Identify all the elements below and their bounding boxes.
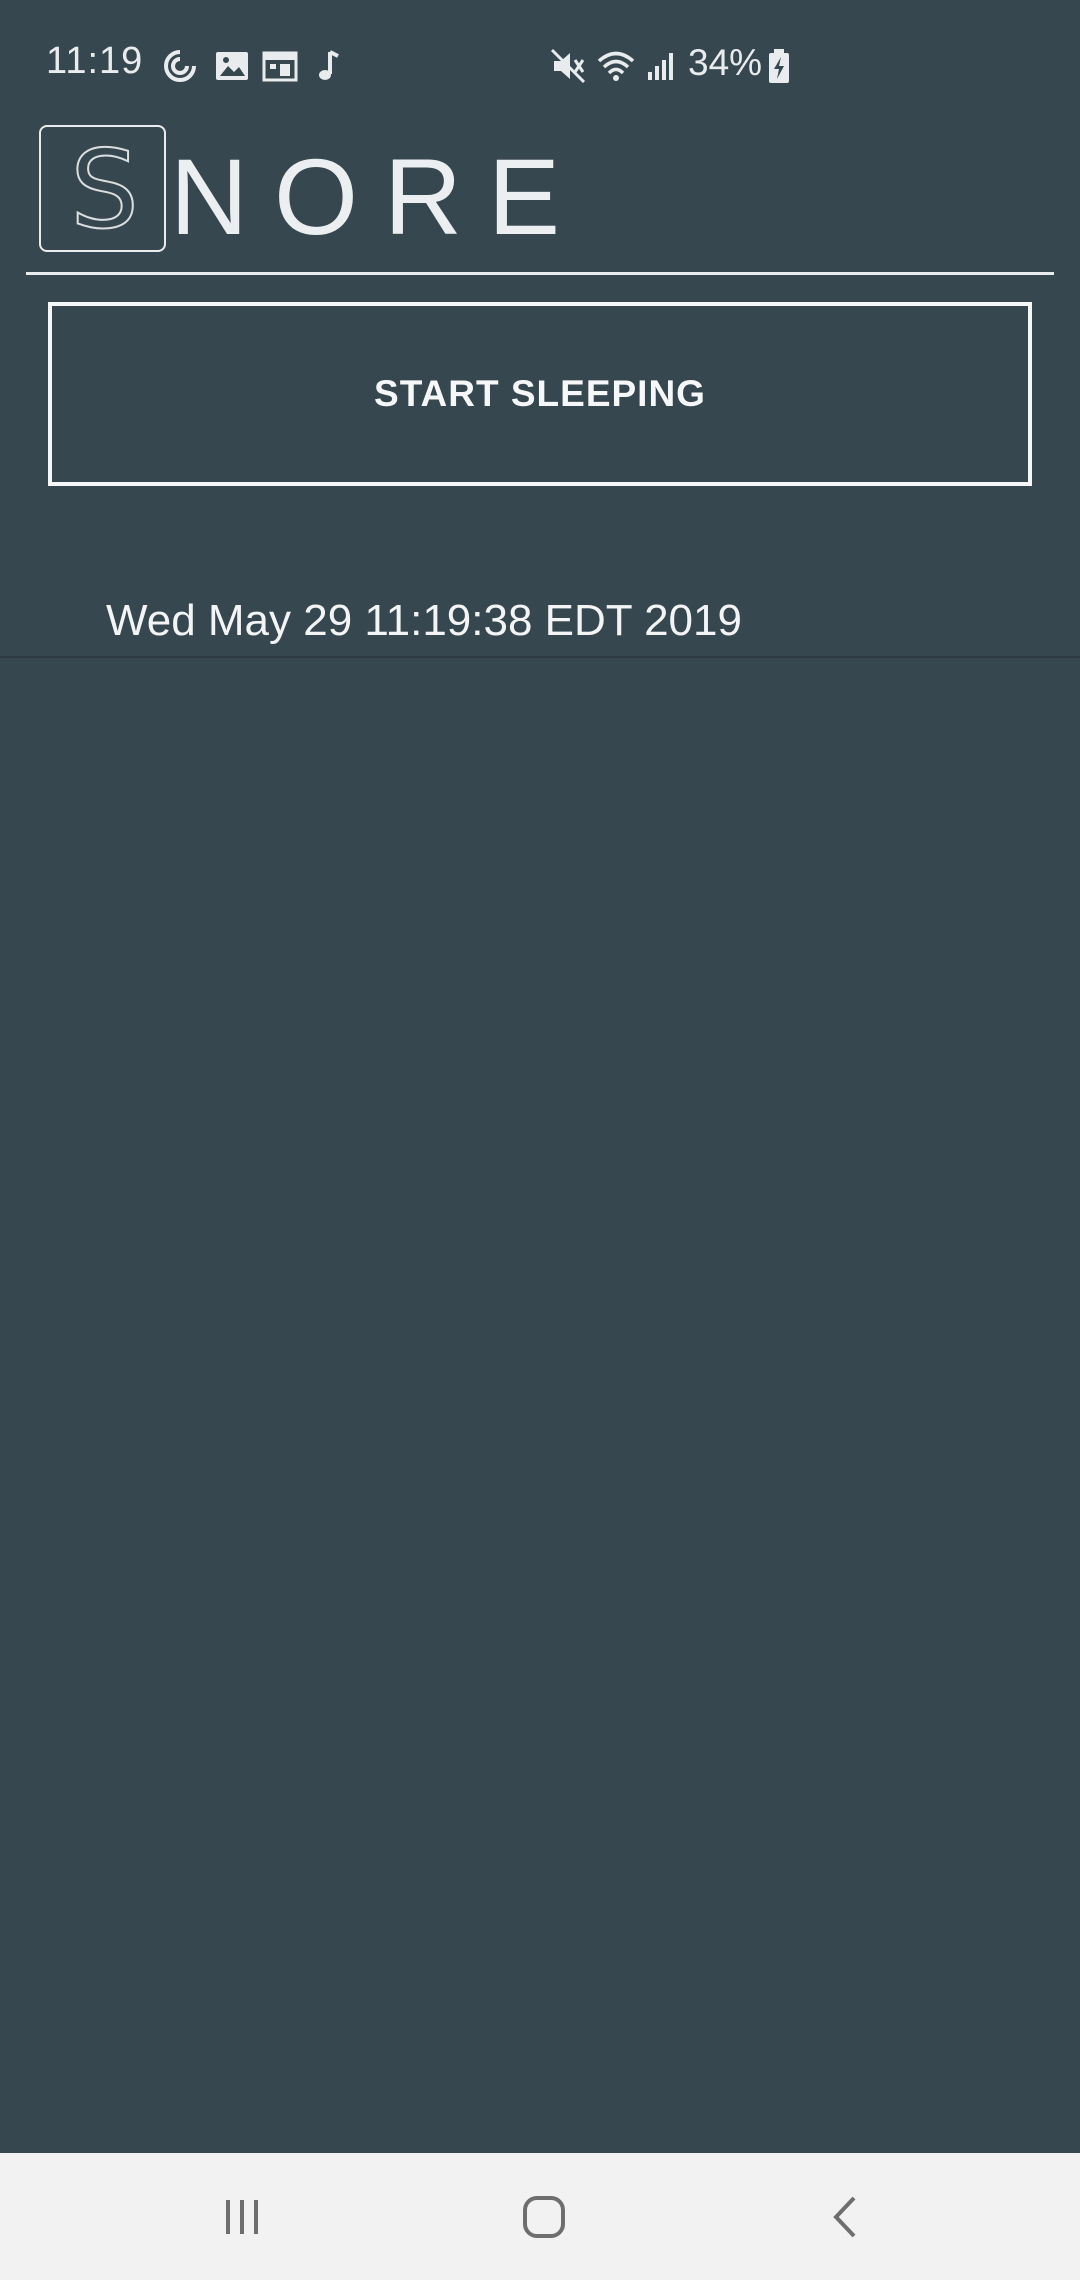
session-list: Wed May 29 11:19:38 EDT 2019 [0,580,1080,658]
logo-letter: S [69,127,140,254]
app-logo: S [39,125,166,254]
wifi-icon [597,51,635,81]
app-screen: 11:19 34% S NORE START SLEEPING Wed May … [0,0,1080,2280]
start-sleeping-button[interactable]: START SLEEPING [48,302,1032,486]
back-button[interactable] [746,2153,946,2280]
back-icon [833,2196,856,2237]
header-divider [26,272,1054,275]
recent-apps-button[interactable] [142,2153,342,2280]
status-time: 11:19 [46,40,144,82]
home-icon [523,2195,565,2238]
music-note-icon [319,50,339,80]
navigation-bar [0,2153,1080,2280]
list-item[interactable]: Wed May 29 11:19:38 EDT 2019 [0,580,1080,658]
status-bar: 11:19 34% [0,0,1080,130]
calendar-icon [262,51,298,82]
image-icon [216,52,248,80]
sync-icon [164,50,196,82]
mute-icon [550,48,586,84]
session-timestamp: Wed May 29 11:19:38 EDT 2019 [106,596,742,645]
app-title: NORE [170,136,587,257]
home-button[interactable] [444,2153,644,2280]
recent-apps-icon [226,2199,258,2234]
battery-charging-icon [769,49,789,83]
battery-percent: 34% [688,42,763,83]
signal-icon [648,53,673,80]
